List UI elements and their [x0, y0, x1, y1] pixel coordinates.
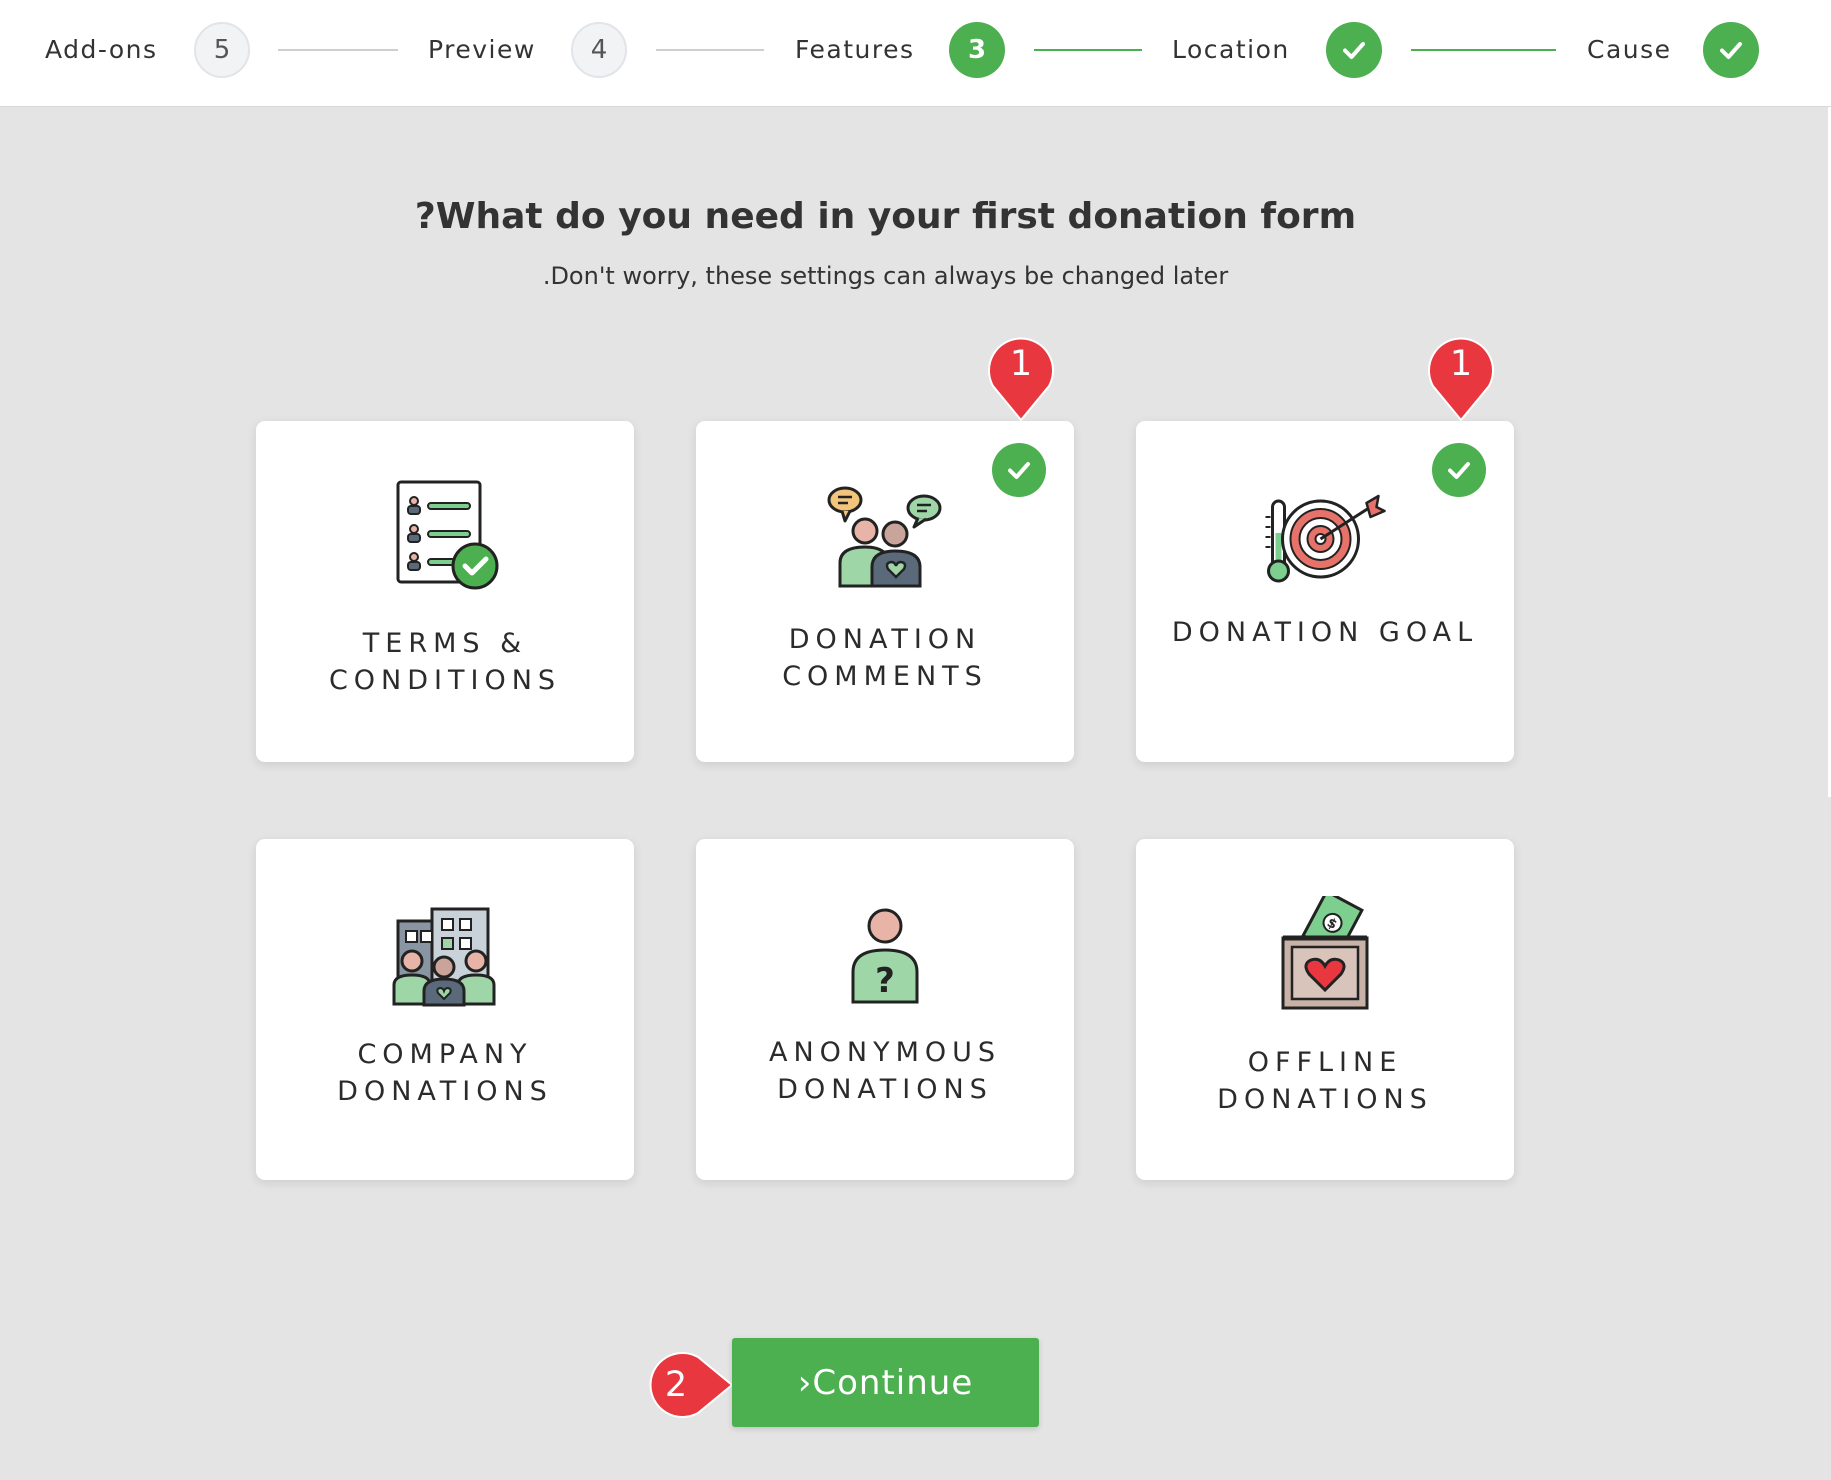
feature-card-terms-conditions[interactable]: TERMS & CONDITIONS — [256, 421, 634, 762]
feature-card-donation-goal[interactable]: DONATION GOAL — [1136, 421, 1514, 762]
step-label-cause[interactable]: Cause — [1587, 33, 1672, 67]
step-connector — [656, 49, 764, 51]
feature-card-donation-comments[interactable]: DONATION COMMENTS — [696, 421, 1074, 762]
step-number-5[interactable]: 5 — [194, 22, 250, 78]
feature-card-label: TERMS & CONDITIONS — [328, 628, 562, 696]
page-title: ?What do you need in your first donation… — [414, 196, 1357, 237]
checkmark-icon — [1720, 42, 1742, 59]
step-number-3-current[interactable]: 3 — [949, 22, 1005, 78]
feature-card-label: ANONYMOUS DONATIONS — [768, 1037, 1002, 1105]
selected-check-badge[interactable] — [992, 443, 1046, 497]
callout-number: 2 — [664, 1365, 688, 1405]
callout-marker-2: 2 — [642, 1347, 736, 1423]
step-connector — [278, 49, 398, 51]
donation-comments-icon — [827, 486, 942, 588]
anonymous-person-icon: ? — [851, 908, 919, 1004]
callout-number: 1 — [1009, 344, 1033, 384]
continue-button[interactable]: ›Continue — [732, 1338, 1039, 1427]
svg-text:?: ? — [875, 961, 895, 1001]
step-location-complete[interactable] — [1326, 22, 1382, 78]
step-label-add-ons[interactable]: Add-ons — [45, 33, 158, 67]
feature-card-label: COMPANY DONATIONS — [337, 1039, 553, 1107]
step-label-location[interactable]: Location — [1172, 33, 1290, 67]
step-connector-complete — [1034, 49, 1142, 51]
feature-card-company-donations[interactable]: COMPANY DONATIONS — [256, 839, 634, 1180]
feature-card-label: DONATION COMMENTS — [782, 624, 988, 692]
checkmark-icon — [1008, 462, 1030, 479]
feature-card-label: DONATION GOAL — [1171, 617, 1479, 648]
step-number-4[interactable]: 4 — [571, 22, 627, 78]
selected-check-badge[interactable] — [1432, 443, 1486, 497]
feature-card-label: OFFLINE DONATIONS — [1217, 1047, 1433, 1115]
checkmark-icon — [1448, 462, 1470, 479]
company-building-icon — [392, 907, 496, 1007]
feature-card-anonymous-donations[interactable]: ? ANONYMOUS DONATIONS — [696, 839, 1074, 1180]
step-connector-complete — [1411, 49, 1556, 51]
checkmark-icon — [1343, 42, 1365, 59]
donation-box-icon: $ — [1281, 896, 1369, 1010]
feature-card-offline-donations[interactable]: $ OFFLINE DONATIONS — [1136, 839, 1514, 1180]
step-label-preview[interactable]: Preview — [428, 33, 536, 67]
callout-marker-1: 1 — [1425, 330, 1497, 422]
callout-number: 1 — [1449, 344, 1473, 384]
page-subtitle: .Don't worry, these settings can always … — [542, 262, 1229, 290]
terms-checklist-icon — [396, 480, 499, 590]
step-label-features[interactable]: Features — [795, 33, 915, 67]
target-goal-icon — [1265, 494, 1386, 583]
callout-marker-1: 1 — [985, 330, 1057, 422]
wizard-stepper: Add-ons 5 Preview 4 Features 3 Location … — [0, 0, 1831, 107]
step-cause-complete[interactable] — [1703, 22, 1759, 78]
